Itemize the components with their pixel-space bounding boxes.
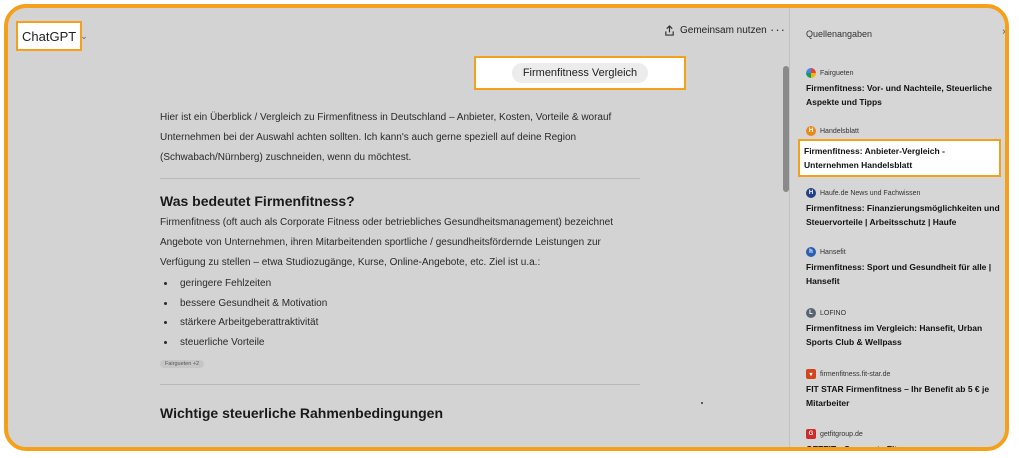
share-icon	[665, 25, 674, 36]
sources-title: Quellenangaben	[806, 29, 873, 39]
benefits-list: geringere Fehlzeiten bessere Gesundheit …	[160, 274, 640, 352]
intro-paragraph: Hier ist ein Überblick / Vergleich zu Fi…	[160, 112, 612, 163]
getfit-icon: G	[806, 429, 816, 439]
divider	[160, 178, 640, 179]
source-chip[interactable]: Fairgueten +2	[160, 360, 205, 368]
source-item-fitstar[interactable]: ▾ firmenfitness.fit-star.de FIT STAR Fir…	[806, 369, 1002, 410]
source-title: FIT STAR Firmenfitness – Ihr Benefit ab …	[806, 384, 990, 408]
share-label: Gemeinsam nutzen	[680, 25, 767, 36]
section-paragraph: Firmenfitness (oft auch als Corporate Fi…	[160, 217, 614, 268]
more-options-icon[interactable]: ···	[770, 22, 786, 37]
query-highlight: Firmenfitness Vergleich	[474, 56, 686, 90]
source-title: Firmenfitness: Finanzierungsmöglichkeite…	[806, 203, 1000, 227]
source-title: Firmenfitness: Sport und Gesundheit für …	[806, 262, 992, 286]
section-heading-firmenfitness: Was bedeutet Firmenfitness?	[160, 193, 355, 209]
cursor-dot	[701, 402, 703, 404]
source-title: Firmenfitness im Vergleich: Hansefit, Ur…	[806, 323, 983, 347]
fitstar-icon: ▾	[806, 369, 816, 379]
source-item-lofino[interactable]: L LOFINO Firmenfitness im Vergleich: Han…	[806, 308, 1002, 349]
hansefit-icon: h	[806, 247, 816, 257]
lofino-icon: L	[806, 308, 816, 318]
close-icon[interactable]: ×	[1002, 27, 1005, 38]
list-item: bessere Gesundheit & Motivation	[176, 294, 640, 314]
model-selector-button[interactable]: ChatGPT ⌄	[16, 21, 88, 51]
user-query-bubble: Firmenfitness Vergleich	[511, 63, 649, 83]
source-item-haufe[interactable]: H Haufe.de News und Fachwissen Firmenfit…	[806, 188, 1002, 229]
source-item-getfit[interactable]: G getfitgroup.de GETFIT - Corporate Fitn…	[806, 429, 1002, 451]
source-title: Firmenfitness: Anbieter-Vergleich - Unte…	[804, 146, 945, 170]
chevron-down-icon: ⌄	[80, 30, 88, 41]
source-site: firmenfitness.fit-star.de	[820, 370, 891, 378]
source-site: Haufe.de News und Fachwissen	[820, 189, 921, 197]
app-window: ChatGPT ⌄ Gemeinsam nutzen ··· Firmenfit…	[4, 4, 1009, 451]
model-label: ChatGPT	[22, 28, 77, 44]
source-item-handelsblatt[interactable]: Firmenfitness: Anbieter-Vergleich - Unte…	[798, 139, 1001, 177]
chat-response: Hier ist ein Überblick / Vergleich zu Fi…	[160, 108, 640, 425]
source-item-fairgueten[interactable]: Fairgueten Firmenfitness: Vor- und Nacht…	[806, 68, 1002, 109]
list-item: steuerliche Vorteile	[176, 333, 640, 353]
section-heading-tax: Wichtige steuerliche Rahmenbedingungen	[160, 405, 444, 421]
haufe-icon: H	[806, 188, 816, 198]
source-item-hansefit[interactable]: h Hansefit Firmenfitness: Sport und Gesu…	[806, 247, 1002, 288]
source-site: Handelsblatt	[820, 127, 859, 135]
list-item: stärkere Arbeitgeberattraktivität	[176, 313, 640, 333]
source-site: LOFINO	[820, 309, 847, 317]
source-site: Hansefit	[820, 248, 846, 256]
handelsblatt-icon: H	[806, 126, 816, 136]
list-item: geringere Fehlzeiten	[176, 274, 640, 294]
source-site: getfitgroup.de	[820, 430, 863, 438]
source-item-handelsblatt-site[interactable]: H Handelsblatt	[806, 126, 1002, 136]
source-title: GETFIT - Corporate Fitness	[806, 444, 917, 451]
share-button[interactable]: Gemeinsam nutzen	[664, 25, 767, 36]
sources-panel: Quellenangaben × Fairgueten Firmenfitnes…	[789, 8, 1005, 451]
source-title: Firmenfitness: Vor- und Nachteile, Steue…	[806, 83, 992, 107]
divider	[160, 384, 640, 385]
source-site: Fairgueten	[820, 69, 854, 77]
fairgueten-icon	[806, 68, 816, 78]
